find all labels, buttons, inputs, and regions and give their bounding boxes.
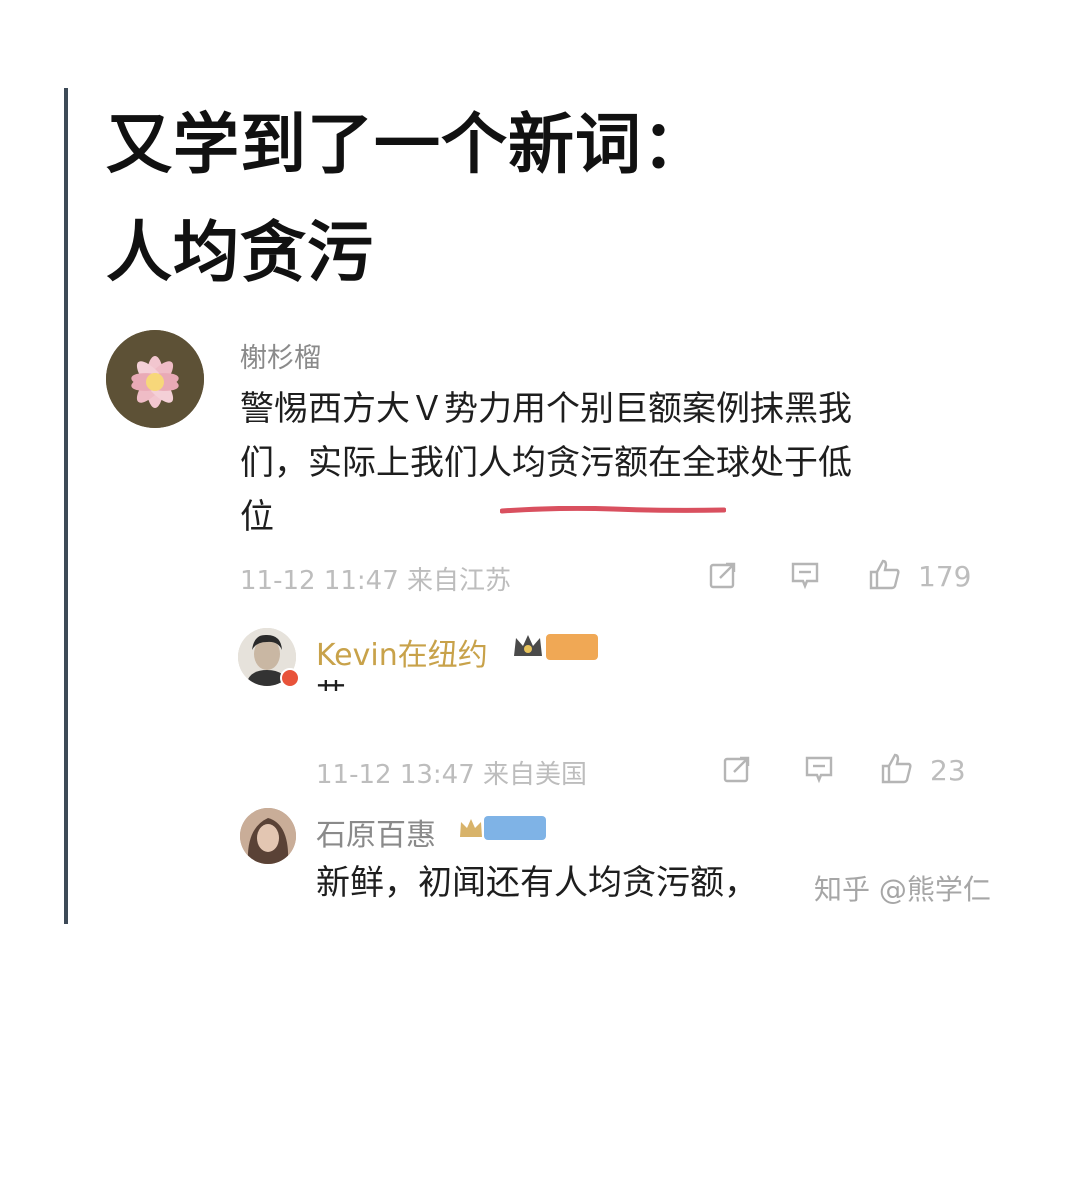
level-badge [546,634,598,660]
quote-bar [64,88,68,924]
avatar[interactable] [106,330,204,428]
crown-icon [514,635,542,656]
highlight-underline [500,506,726,514]
watermark: 知乎 @熊学仁 [814,873,991,906]
verified-badge [280,668,300,688]
crown-icon [460,819,482,837]
like-icon[interactable] [880,752,914,784]
reply-text: 新鲜，初闻还有人均贪污额， [316,863,758,903]
like-icon[interactable] [868,558,902,590]
like-count: 23 [930,754,966,787]
comment-text-line: 位 [240,497,274,537]
level-badge [484,816,546,840]
reply-meta: 11-12 13:47 来自美国 [316,760,588,790]
comment-icon[interactable] [790,560,820,590]
comment-text-line: 警惕西方大Ｖ势力用个别巨额案例抹黑我 [240,389,852,429]
headline-line-1: 又学到了一个新词： [106,106,709,183]
comment-icon[interactable] [804,754,834,784]
comment-username[interactable]: 榭杉榴 [240,336,321,375]
reply-username[interactable]: Kevin在纽约 [316,630,488,674]
share-icon[interactable] [722,754,752,784]
like-count: 179 [918,560,972,593]
comment-text-line: 们，实际上我们人均贪污额在全球处于低 [240,443,852,483]
reply-username[interactable]: 石原百惠 [316,810,436,854]
comment-meta: 11-12 11:47 来自江苏 [240,566,512,596]
reply-text: 艹 [316,677,346,712]
share-icon[interactable] [708,560,738,590]
avatar[interactable] [240,808,296,864]
headline-line-2: 人均贪污 [106,214,374,291]
